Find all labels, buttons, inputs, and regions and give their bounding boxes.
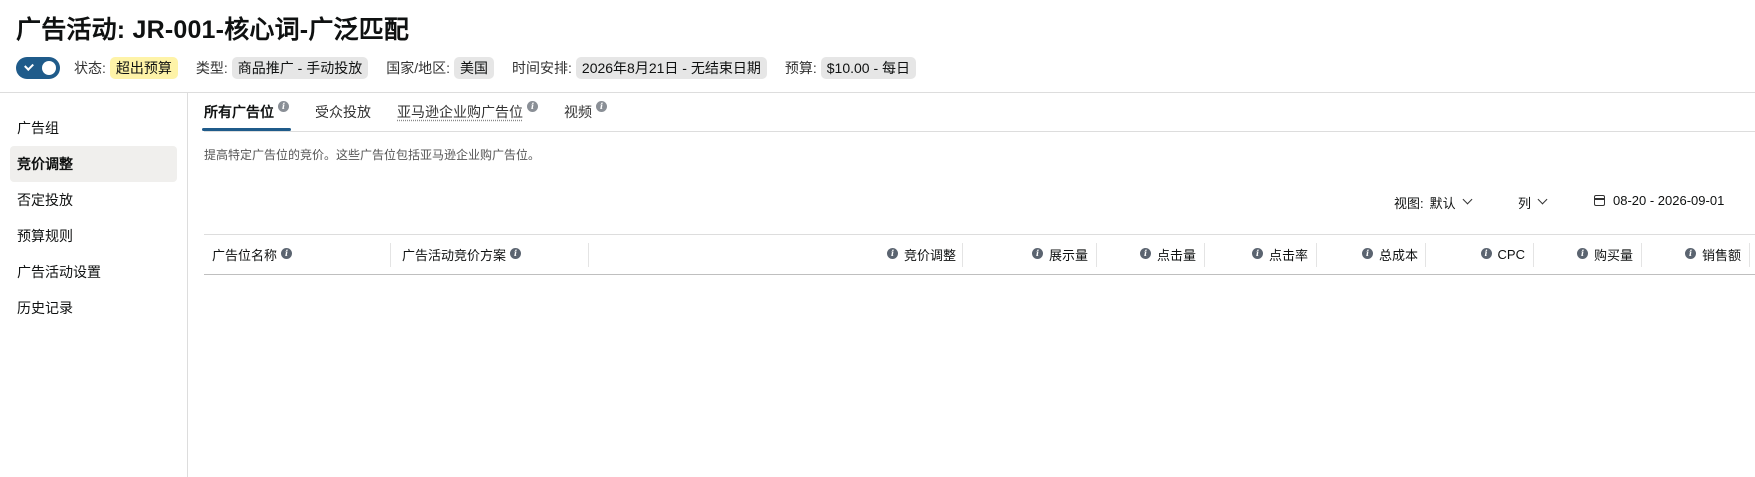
- col-header-ctr[interactable]: i 点击率: [1204, 235, 1308, 274]
- view-label: 视图:: [1394, 196, 1424, 211]
- calendar-icon: [1594, 195, 1605, 206]
- col-header-sales[interactable]: i 销售额: [1641, 235, 1741, 274]
- info-icon: i: [510, 248, 522, 259]
- col-header-placement[interactable]: 广告位名称 i: [212, 235, 293, 274]
- col-header-spend[interactable]: i 总成本: [1316, 235, 1418, 274]
- info-icon: i: [1480, 248, 1492, 259]
- col-header-orders[interactable]: i 购买量: [1533, 235, 1633, 274]
- columns-selector[interactable]: 列: [1518, 193, 1548, 212]
- col-header-cpc[interactable]: i CPC: [1425, 235, 1525, 274]
- schedule-label: 时间安排:: [512, 60, 572, 76]
- status-badge: 超出预算: [109, 57, 178, 79]
- tab-label: 视频: [564, 104, 592, 120]
- info-icon: i: [596, 101, 607, 112]
- sidebar-item-negative-targeting[interactable]: 否定投放: [10, 182, 177, 218]
- budget-label: 预算:: [784, 60, 817, 76]
- tab-label: 亚马逊企业购广告位: [397, 104, 523, 120]
- tab-all-placements[interactable]: 所有广告位 i: [202, 100, 291, 132]
- chevron-down-icon: [1462, 194, 1473, 205]
- country-badge: 美国: [454, 57, 495, 79]
- campaign-meta-row: 状态: 超出预算 类型: 商品推广 - 手动投放 国家/地区: 美国 时间安排:…: [16, 57, 934, 79]
- info-icon: i: [527, 101, 538, 112]
- check-icon: [24, 61, 34, 71]
- placements-table: 广告位名称 i 广告活动竞价方案 i i 竞价调整 i 展示量 i 点击量 i 点击率 i总…: [204, 234, 1755, 275]
- budget-badge: $10.00 - 每日: [820, 57, 917, 79]
- info-icon: i: [281, 248, 293, 259]
- country-label: 国家/地区:: [386, 60, 451, 76]
- date-range-picker[interactable]: 08-20 - 2026-09-01: [1594, 193, 1724, 208]
- info-icon: i: [1361, 248, 1373, 259]
- type-badge: 商品推广 - 手动投放: [231, 57, 369, 79]
- info-icon: i: [1251, 248, 1263, 259]
- tab-audience-targeting[interactable]: 受众投放: [315, 100, 371, 132]
- tabs-divider: [204, 131, 1755, 132]
- sidebar-divider: [187, 93, 188, 477]
- sidebar-item-history[interactable]: 历史记录: [10, 290, 177, 326]
- info-icon: i: [886, 248, 898, 259]
- info-icon: i: [1576, 248, 1588, 259]
- columns-label: 列: [1518, 196, 1532, 211]
- col-header-clicks[interactable]: i 点击量: [1096, 235, 1196, 274]
- sidebar-item-ad-groups[interactable]: 广告组: [10, 110, 177, 146]
- col-header-strategy[interactable]: 广告活动竞价方案 i: [402, 235, 522, 274]
- table-header-row: 广告位名称 i 广告活动竞价方案 i i 竞价调整 i 展示量 i 点击量 i 点击率 i总…: [204, 234, 1755, 275]
- chevron-down-icon: [1537, 194, 1548, 205]
- sidebar: 广告组 竞价调整 否定投放 预算规则 广告活动设置 历史记录: [10, 110, 177, 326]
- type-label: 类型:: [195, 60, 228, 76]
- info-icon: i: [1139, 248, 1151, 259]
- page-title: 广告活动: JR-001-核心词-广泛匹配: [16, 16, 410, 44]
- tab-label: 所有广告位: [204, 104, 274, 120]
- info-icon: i: [278, 101, 289, 112]
- info-icon: i: [1684, 248, 1696, 259]
- view-selector[interactable]: 视图: 默认: [1394, 193, 1473, 212]
- view-value: 默认: [1429, 196, 1456, 211]
- date-range-value: 08-20 - 2026-09-01: [1613, 193, 1725, 208]
- status-label: 状态:: [74, 60, 106, 76]
- info-icon: i: [1031, 248, 1043, 259]
- col-header-impressions[interactable]: i 展示量: [962, 235, 1088, 274]
- col-header-bid-adjust[interactable]: i 竞价调整: [588, 235, 956, 274]
- sidebar-item-budget-rules[interactable]: 预算规则: [10, 218, 177, 254]
- placement-description: 提高特定广告位的竞价。这些广告位包括亚马逊企业购广告位。: [204, 148, 541, 162]
- schedule-badge: 2026年8月21日 - 无结束日期: [575, 57, 767, 79]
- tab-amazon-business-placements[interactable]: 亚马逊企业购广告位 i: [397, 100, 538, 132]
- campaign-active-toggle[interactable]: [16, 57, 60, 79]
- tab-label: 受众投放: [315, 104, 371, 120]
- toggle-knob: [42, 61, 56, 75]
- header-divider: [0, 92, 1755, 93]
- placement-tabs: 所有广告位 i 受众投放 亚马逊企业购广告位 i 视频 i: [202, 100, 633, 132]
- sidebar-item-bid-adjustments[interactable]: 竞价调整: [10, 146, 177, 182]
- tab-video[interactable]: 视频 i: [564, 100, 607, 132]
- sidebar-item-campaign-settings[interactable]: 广告活动设置: [10, 254, 177, 290]
